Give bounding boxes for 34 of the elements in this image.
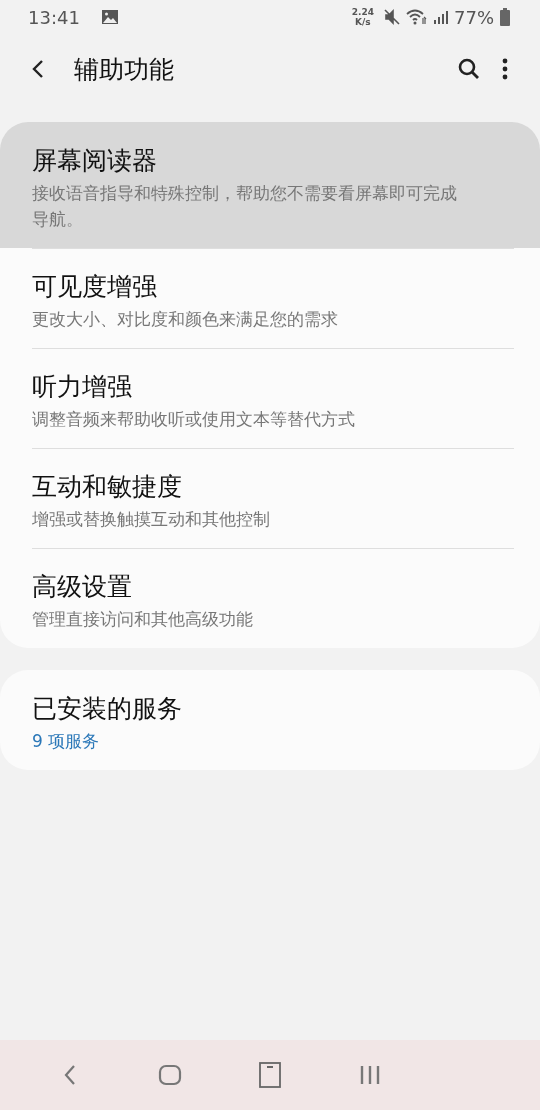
search-icon[interactable] [458,58,480,80]
item-title: 已安装的服务 [32,693,183,725]
settings-item[interactable]: 可见度增强 更改大小、对比度和颜色来满足您的需求 [0,248,540,348]
wifi-icon [406,9,428,25]
page-title: 辅助功能 [74,53,174,86]
item-subtitle: 更改大小、对比度和颜色来满足您的需求 [32,308,339,331]
network-speed: 2.24 [351,7,374,17]
item-subtitle: 调整音频来帮助收听或使用文本等替代方式 [32,408,356,431]
item-title: 高级设置 [32,571,133,603]
status-time: 13:41 [28,6,80,28]
item-title: 听力增强 [32,371,133,403]
window-icon[interactable] [259,1062,281,1088]
settings-item[interactable]: 听力增强 调整音频来帮助收听或使用文本等替代方式 [0,348,540,448]
mute-icon [384,9,400,25]
settings-item[interactable]: 已安装的服务 9 项服务 [0,670,540,770]
home-icon[interactable] [158,1064,182,1086]
item-title: 屏幕阅读器 [32,145,158,177]
item-title: 可见度增强 [32,271,158,303]
item-title: 互动和敏捷度 [32,471,183,503]
settings-item[interactable]: 高级设置 管理直接访问和其他高级功能 [0,548,540,648]
item-subtitle: 9 项服务 [32,730,101,753]
battery-icon [500,8,510,26]
signal-icon [434,10,448,24]
more-options-icon[interactable] [502,58,508,80]
image-icon [101,10,118,24]
item-subtitle: 接收语音指导和特殊控制，帮助您不需要看屏幕即可完成导航。 [32,182,458,231]
item-subtitle: 增强或替换触摸互动和其他控制 [32,508,271,531]
battery-percent: 77% [454,6,494,28]
back-icon[interactable] [32,59,44,79]
network-speed-unit: K/s [355,17,371,27]
recents-icon[interactable] [359,1064,381,1086]
settings-item[interactable]: 屏幕阅读器 接收语音指导和特殊控制，帮助您不需要看屏幕即可完成导航。 [0,122,540,248]
settings-item[interactable]: 互动和敏捷度 增强或替换触摸互动和其他控制 [0,448,540,548]
item-subtitle: 管理直接访问和其他高级功能 [32,608,254,631]
